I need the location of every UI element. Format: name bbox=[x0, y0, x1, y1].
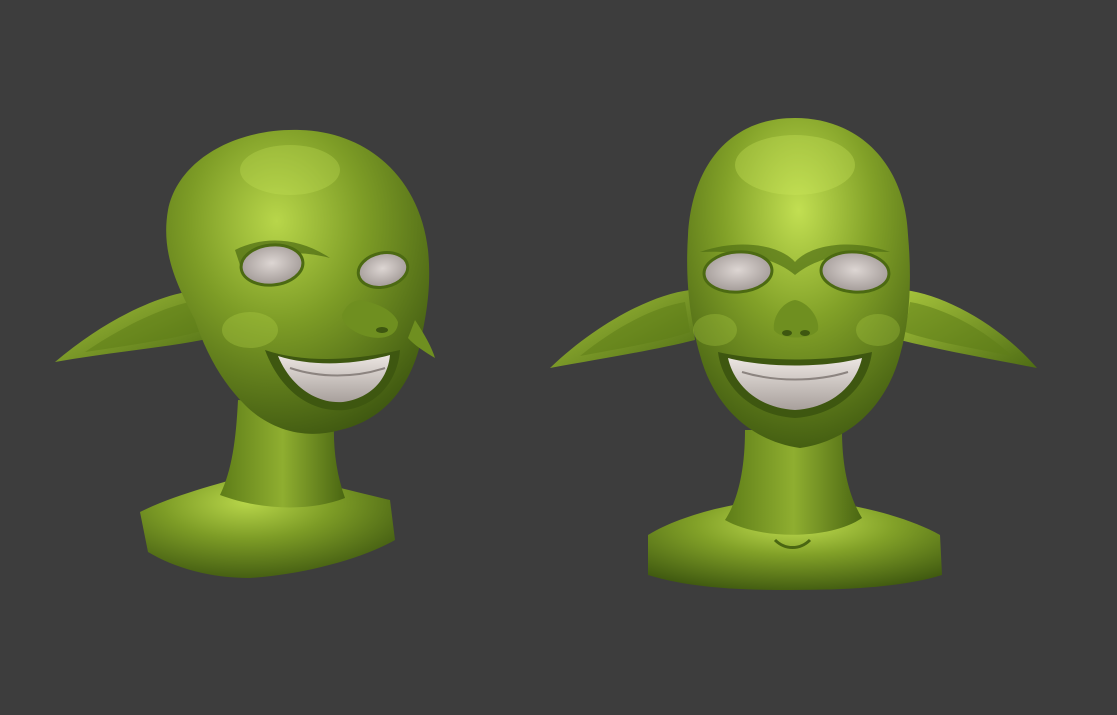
sculpt-viewport[interactable] bbox=[0, 0, 1117, 715]
viewport-background bbox=[0, 0, 1117, 715]
viewport-canvas[interactable] bbox=[0, 0, 1117, 715]
nostril-right bbox=[800, 330, 810, 336]
forehead-highlight bbox=[240, 145, 340, 195]
cheek-highlight bbox=[222, 312, 278, 348]
forehead-highlight bbox=[735, 135, 855, 195]
nostril bbox=[376, 327, 388, 333]
cheek-highlight-right bbox=[856, 314, 900, 346]
nostril-left bbox=[782, 330, 792, 336]
cheek-highlight-left bbox=[693, 314, 737, 346]
